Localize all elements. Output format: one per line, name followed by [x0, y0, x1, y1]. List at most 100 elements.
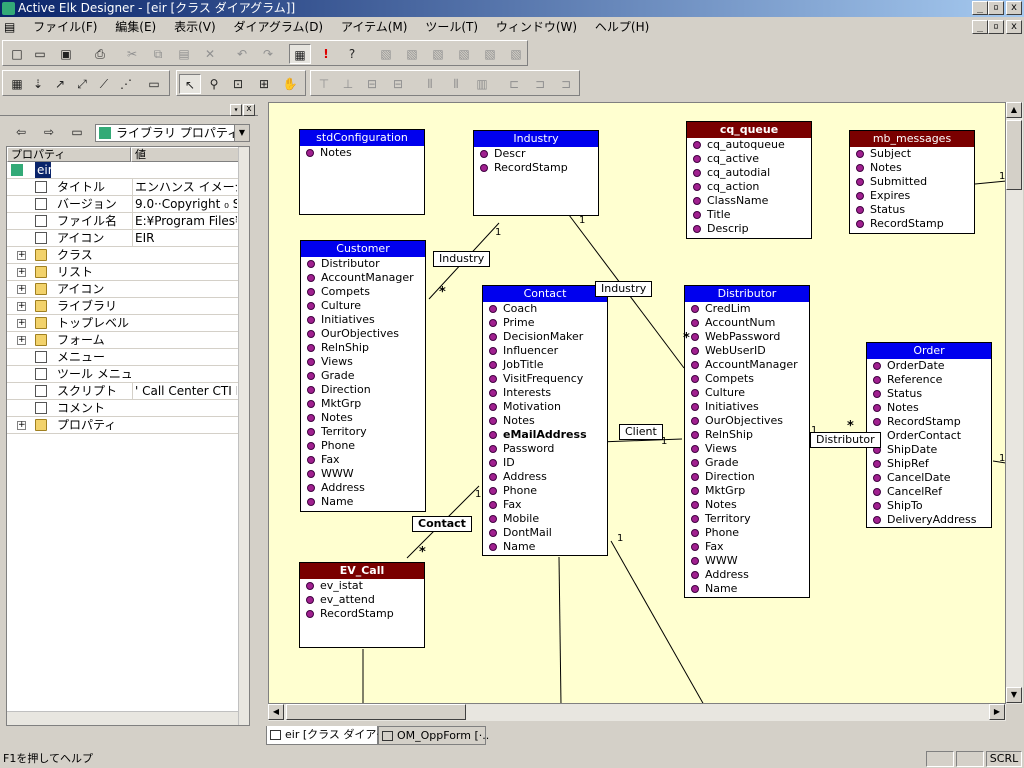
- class-field[interactable]: Password: [483, 442, 607, 456]
- note-icon[interactable]: ▭: [143, 74, 165, 94]
- grid-row[interactable]: + ライブラリ: [7, 298, 239, 315]
- class-field[interactable]: OrderDate: [867, 359, 991, 373]
- tab-om-oppform[interactable]: OM_OppForm [·..: [378, 726, 489, 745]
- maximize-button[interactable]: ▫: [988, 1, 1004, 15]
- class-field[interactable]: Culture: [685, 386, 809, 400]
- class-field[interactable]: AccountManager: [685, 358, 809, 372]
- tool-b-icon[interactable]: ▧: [401, 44, 423, 64]
- grid-row[interactable]: + リスト: [7, 264, 239, 281]
- tool-e-icon[interactable]: ▧: [479, 44, 501, 64]
- col-header-value[interactable]: 値: [131, 147, 239, 162]
- dashed-link-icon[interactable]: ⋰: [115, 74, 137, 94]
- align-hcenter-icon[interactable]: ⊐: [529, 74, 551, 94]
- class-field[interactable]: Status: [867, 387, 991, 401]
- class-field[interactable]: Fax: [301, 453, 425, 467]
- grid-root-row[interactable]: eir: [7, 162, 239, 179]
- class-field[interactable]: ShipRef: [867, 457, 991, 471]
- class-field[interactable]: Notes: [685, 498, 809, 512]
- expand-icon[interactable]: +: [17, 302, 26, 311]
- class-field[interactable]: Direction: [685, 470, 809, 484]
- class-field[interactable]: eMailAddress: [483, 428, 607, 442]
- grid-row[interactable]: バージョン 9.0··Copyright ₀ Sta: [7, 196, 239, 213]
- grid-value[interactable]: 9.0··Copyright ₀ Sta: [132, 196, 237, 212]
- class-field[interactable]: Name: [301, 495, 425, 509]
- class-name[interactable]: Order: [867, 343, 991, 359]
- class-field[interactable]: RelnShip: [301, 341, 425, 355]
- class-field[interactable]: Compets: [301, 285, 425, 299]
- class-field[interactable]: Initiatives: [301, 313, 425, 327]
- class-field[interactable]: Phone: [685, 526, 809, 540]
- vscroll-thumb[interactable]: [1006, 120, 1022, 190]
- assoc-label-client[interactable]: Client: [619, 424, 663, 440]
- class-field[interactable]: RecordStamp: [867, 415, 991, 429]
- class-field[interactable]: ShipTo: [867, 499, 991, 513]
- class-name[interactable]: Contact: [483, 286, 607, 302]
- help-icon[interactable]: ?: [341, 44, 363, 64]
- class-field[interactable]: Phone: [483, 484, 607, 498]
- class-field[interactable]: Initiatives: [685, 400, 809, 414]
- class-field[interactable]: Influencer: [483, 344, 607, 358]
- tool-a-icon[interactable]: ▧: [375, 44, 397, 64]
- class-field[interactable]: CancelRef: [867, 485, 991, 499]
- grid-hscroll[interactable]: [7, 711, 238, 725]
- menu-tools[interactable]: ツール(T): [418, 17, 485, 37]
- child-close-button[interactable]: x: [1006, 20, 1022, 34]
- class-name[interactable]: Distributor: [685, 286, 809, 302]
- expand-icon[interactable]: +: [17, 421, 26, 430]
- class-field[interactable]: MktGrp: [301, 397, 425, 411]
- arrow-link-icon[interactable]: ↗: [49, 74, 71, 94]
- grid-row[interactable]: + アイコン: [7, 281, 239, 298]
- class-field[interactable]: RecordStamp: [850, 217, 974, 231]
- class-field[interactable]: Descrip: [687, 222, 811, 236]
- paste-icon[interactable]: ▤: [173, 44, 195, 64]
- grid-row[interactable]: + クラス: [7, 247, 239, 264]
- tool-d-icon[interactable]: ▧: [453, 44, 475, 64]
- class-field[interactable]: WebPassword: [685, 330, 809, 344]
- doc-icon[interactable]: ▤: [0, 17, 22, 37]
- class-field[interactable]: JobTitle: [483, 358, 607, 372]
- class-name[interactable]: EV_Call: [300, 563, 424, 579]
- class-field[interactable]: ID: [483, 456, 607, 470]
- zoom-box-icon[interactable]: ⊡: [227, 74, 249, 94]
- grid-vscroll[interactable]: [238, 147, 249, 725]
- panel-close-icon[interactable]: x: [243, 104, 255, 116]
- copy-icon[interactable]: ⧉: [147, 44, 169, 64]
- class-field[interactable]: OurObjectives: [685, 414, 809, 428]
- child-minimize-button[interactable]: _: [972, 20, 988, 34]
- class-field[interactable]: Views: [301, 355, 425, 369]
- class-field[interactable]: RecordStamp: [300, 607, 424, 621]
- new-icon[interactable]: □: [6, 44, 28, 64]
- grid-row[interactable]: ファイル名 E:¥Program Files¥St: [7, 213, 239, 230]
- close-button[interactable]: x: [1006, 1, 1022, 15]
- class-field[interactable]: AccountNum: [685, 316, 809, 330]
- canvas-vscroll[interactable]: ▲ ▼: [1006, 102, 1023, 704]
- assoc-label-industry-2[interactable]: Industry: [595, 281, 653, 297]
- class-field[interactable]: cq_action: [687, 180, 811, 194]
- class-field[interactable]: RecordStamp: [474, 161, 598, 175]
- class-field[interactable]: Address: [685, 568, 809, 582]
- class-tool-icon[interactable]: ▦: [6, 74, 28, 94]
- cut-icon[interactable]: ✂: [121, 44, 143, 64]
- class-field[interactable]: Grade: [685, 456, 809, 470]
- class-box-industry[interactable]: Industry Descr RecordStamp: [473, 130, 599, 216]
- expand-icon[interactable]: +: [17, 285, 26, 294]
- panel-pin-icon[interactable]: ▾: [230, 104, 242, 116]
- menu-item[interactable]: アイテム(M): [334, 17, 415, 37]
- menu-window[interactable]: ウィンドウ(W): [489, 17, 584, 37]
- menu-help[interactable]: ヘルプ(H): [588, 17, 656, 37]
- class-name[interactable]: stdConfiguration: [300, 130, 424, 146]
- class-field[interactable]: Distributor: [301, 257, 425, 271]
- class-field[interactable]: Reference: [867, 373, 991, 387]
- class-name[interactable]: Industry: [474, 131, 598, 147]
- class-field[interactable]: Fax: [685, 540, 809, 554]
- assoc-label-distributor[interactable]: Distributor: [810, 432, 881, 448]
- scroll-up-icon[interactable]: ▲: [1006, 102, 1022, 118]
- class-field[interactable]: Territory: [685, 512, 809, 526]
- class-field[interactable]: WWW: [685, 554, 809, 568]
- class-field[interactable]: Notes: [483, 414, 607, 428]
- grid-row[interactable]: スクリプト ' Call Center CTI Im: [7, 383, 239, 400]
- redo-icon[interactable]: ↷: [257, 44, 279, 64]
- class-box-distributor[interactable]: Distributor CredLim AccountNum WebPassword W…: [684, 285, 810, 598]
- class-field[interactable]: Phone: [301, 439, 425, 453]
- class-field[interactable]: VisitFrequency: [483, 372, 607, 386]
